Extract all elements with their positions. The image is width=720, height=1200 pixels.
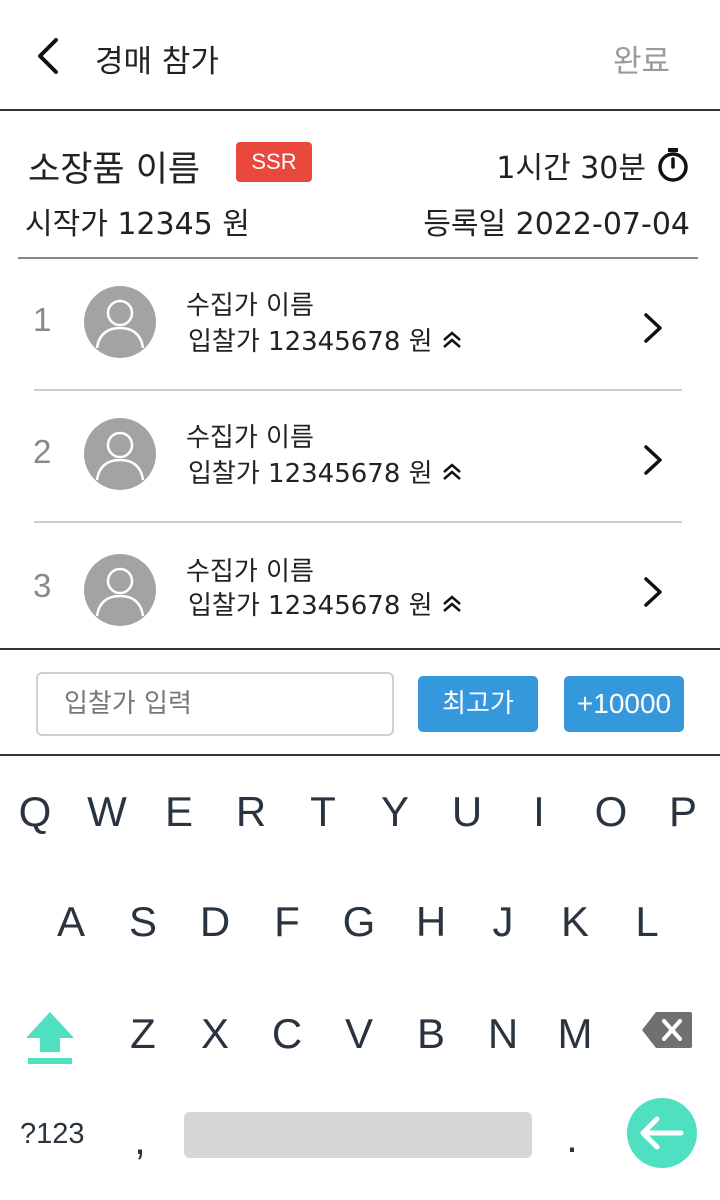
- key-w[interactable]: W: [77, 788, 137, 836]
- bid-rank: 3: [33, 567, 52, 604]
- avatar: [84, 418, 156, 490]
- key-o[interactable]: O: [581, 788, 641, 836]
- period-key[interactable]: .: [542, 1114, 602, 1162]
- enter-key[interactable]: [627, 1098, 697, 1168]
- shift-up-arrow-icon: [26, 1012, 74, 1064]
- back-button[interactable]: [30, 34, 70, 78]
- double-chevron-up-icon: [442, 462, 461, 480]
- key-h[interactable]: H: [401, 898, 461, 946]
- list-item[interactable]: 3 수집가 이름 입찰가 12345678 원: [0, 523, 720, 655]
- bid-rank: 2: [33, 433, 52, 470]
- key-v[interactable]: V: [329, 1010, 389, 1058]
- backspace-key[interactable]: [640, 1010, 694, 1050]
- chevron-left-icon: [38, 38, 58, 74]
- arrow-left-icon: [640, 1116, 684, 1150]
- user-silhouette-icon: [95, 431, 145, 481]
- key-e[interactable]: E: [149, 788, 209, 836]
- bid-price-text: 입찰가 12345678 원: [188, 327, 433, 357]
- space-key[interactable]: [184, 1112, 532, 1158]
- bid-price: 입찰가 12345678 원: [188, 585, 463, 622]
- comma-key[interactable]: ,: [110, 1116, 170, 1164]
- bid-price-text: 입찰가 12345678 원: [188, 459, 433, 489]
- remaining-time: 1시간 30분: [496, 143, 690, 187]
- key-u[interactable]: U: [437, 788, 497, 836]
- key-p[interactable]: P: [653, 788, 713, 836]
- registration-date: 등록일 2022-07-04: [423, 207, 690, 242]
- bid-list: 1 수집가 이름 입찰가 12345678 원 2 수집가 이름 입찰가 123…: [0, 259, 720, 648]
- chevron-right-icon: [644, 577, 662, 607]
- collector-name: 수집가 이름: [186, 291, 314, 321]
- bid-rank: 1: [33, 301, 52, 338]
- chevron-right-icon: [644, 313, 662, 343]
- stopwatch-icon: [658, 148, 688, 182]
- key-d[interactable]: D: [185, 898, 245, 946]
- key-f[interactable]: F: [257, 898, 317, 946]
- key-z[interactable]: Z: [113, 1010, 173, 1058]
- max-price-button[interactable]: 최고가: [418, 676, 538, 732]
- collector-name: 수집가 이름: [186, 423, 314, 453]
- key-c[interactable]: C: [257, 1010, 317, 1058]
- key-x[interactable]: X: [185, 1010, 245, 1058]
- on-screen-keyboard: Q W E R T Y U I O P A S D F G H J K L Z …: [0, 756, 720, 1200]
- bid-price: 입찰가 12345678 원: [188, 453, 463, 490]
- avatar: [84, 554, 156, 626]
- backspace-icon: [642, 1012, 692, 1048]
- remaining-time-text: 1시간 30분: [496, 151, 646, 186]
- bid-input-bar: 최고가 +10000: [0, 648, 720, 756]
- key-m[interactable]: M: [545, 1010, 605, 1058]
- chevron-right-icon: [644, 445, 662, 475]
- shift-key[interactable]: [22, 1008, 78, 1066]
- avatar: [84, 286, 156, 358]
- grade-badge: SSR: [236, 142, 312, 182]
- user-silhouette-icon: [95, 299, 145, 349]
- done-button[interactable]: 완료: [613, 36, 670, 81]
- bid-price-text: 입찰가 12345678 원: [188, 591, 433, 621]
- key-a[interactable]: A: [41, 898, 101, 946]
- key-t[interactable]: T: [293, 788, 353, 836]
- key-i[interactable]: I: [509, 788, 569, 836]
- user-silhouette-icon: [95, 567, 145, 617]
- start-price: 시작가 12345 원: [25, 207, 250, 242]
- add-10000-button[interactable]: +10000: [564, 676, 684, 732]
- item-info: 소장품 이름 1시간 30분 시작가 12345 원 등록일 2022-07-0…: [0, 111, 720, 259]
- key-n[interactable]: N: [473, 1010, 533, 1058]
- double-chevron-up-icon: [442, 330, 461, 348]
- app-header: 경매 참가 완료: [0, 0, 720, 111]
- key-b[interactable]: B: [401, 1010, 461, 1058]
- key-y[interactable]: Y: [365, 788, 425, 836]
- list-item[interactable]: 1 수집가 이름 입찰가 12345678 원: [0, 259, 720, 391]
- key-j[interactable]: J: [473, 898, 533, 946]
- double-chevron-up-icon: [442, 594, 461, 612]
- key-l[interactable]: L: [617, 898, 677, 946]
- key-g[interactable]: G: [329, 898, 389, 946]
- list-item[interactable]: 2 수집가 이름 입찰가 12345678 원: [0, 391, 720, 523]
- key-q[interactable]: Q: [5, 788, 65, 836]
- bid-price: 입찰가 12345678 원: [188, 321, 463, 358]
- key-r[interactable]: R: [221, 788, 281, 836]
- page-title: 경매 참가: [95, 44, 219, 80]
- collector-name: 수집가 이름: [186, 557, 314, 587]
- key-k[interactable]: K: [545, 898, 605, 946]
- item-name: 소장품 이름: [28, 150, 201, 190]
- bid-amount-input[interactable]: [36, 672, 394, 736]
- symbols-key[interactable]: ?123: [20, 1118, 85, 1151]
- key-s[interactable]: S: [113, 898, 173, 946]
